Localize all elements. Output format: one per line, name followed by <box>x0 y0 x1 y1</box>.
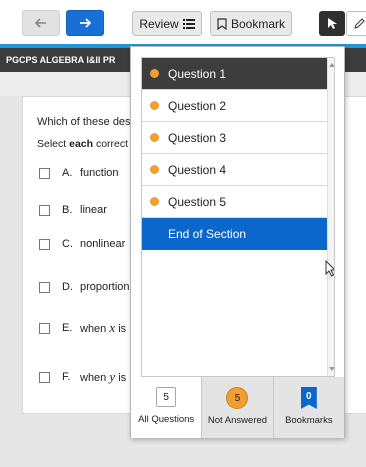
arrow-right-icon <box>80 18 91 28</box>
review-question-list: Question 1 Question 2 Question 3 Questio… <box>141 57 335 377</box>
checkbox[interactable] <box>39 204 50 216</box>
not-answered-count: 5 <box>226 387 249 409</box>
not-answered-dot-icon <box>150 69 159 78</box>
review-item-label: Question 3 <box>168 130 227 145</box>
checkbox[interactable] <box>39 322 50 334</box>
filter-all-questions[interactable]: 5 All Questions <box>131 377 202 438</box>
option-letter: C. <box>62 238 73 250</box>
bookmark-button[interactable]: Bookmark <box>210 11 292 36</box>
not-answered-dot-icon <box>150 133 159 142</box>
option-letter: B. <box>62 204 73 216</box>
option-d[interactable]: D. proportion <box>39 281 130 293</box>
back-button[interactable] <box>22 10 60 36</box>
review-item-question-1[interactable]: Question 1 <box>142 58 327 90</box>
bookmark-icon <box>217 17 227 30</box>
mouse-cursor-icon <box>325 260 334 277</box>
review-item-question-3[interactable]: Question 3 <box>142 122 327 154</box>
option-b[interactable]: B. linear <box>39 204 107 216</box>
pencil-icon <box>354 17 365 29</box>
checkbox[interactable] <box>39 167 50 179</box>
review-item-label: End of Section <box>168 227 247 241</box>
option-a[interactable]: A. function <box>39 167 119 179</box>
filter-not-answered[interactable]: 5 Not Answered <box>201 377 273 438</box>
review-item-label: Question 1 <box>168 66 227 81</box>
option-text: function <box>80 167 119 179</box>
review-item-label: Question 2 <box>168 98 227 113</box>
option-e[interactable]: E. when x is <box>39 320 126 336</box>
option-f[interactable]: F. when y is <box>39 369 126 385</box>
review-panel: Question 1 Question 2 Question 3 Questio… <box>130 46 345 438</box>
question-text: Which of these des <box>37 116 131 128</box>
not-answered-dot-icon <box>150 165 159 174</box>
option-letter: D. <box>62 281 73 293</box>
option-text: when y is <box>80 369 126 385</box>
pencil-tool-button[interactable] <box>346 11 366 36</box>
option-c[interactable]: C. nonlinear <box>39 238 125 250</box>
review-item-end-of-section[interactable]: End of Section <box>142 218 327 250</box>
toolbar: Review Bookmark <box>0 0 366 48</box>
instruction-suffix: correct <box>93 138 129 150</box>
checkbox[interactable] <box>39 238 50 250</box>
review-item-question-5[interactable]: Question 5 <box>142 186 327 218</box>
option-text-prefix: when <box>80 372 110 384</box>
option-letter: F. <box>62 371 71 383</box>
filter-label: Bookmarks <box>285 415 333 426</box>
option-letter: E. <box>62 322 73 334</box>
review-button[interactable]: Review <box>132 11 202 36</box>
arrow-left-icon <box>35 18 46 28</box>
not-answered-dot-icon <box>150 197 159 206</box>
review-item-question-2[interactable]: Question 2 <box>142 90 327 122</box>
bookmark-label: Bookmark <box>230 16 286 31</box>
pointer-icon <box>328 18 337 29</box>
option-text-prefix: when <box>80 323 110 335</box>
bookmarks-count: 0 <box>300 387 317 409</box>
pointer-tool-button[interactable] <box>319 11 345 36</box>
review-filter-tabs: 5 All Questions 5 Not Answered 0 Bookmar… <box>131 377 344 438</box>
filter-bookmarks[interactable]: 0 Bookmarks <box>272 377 344 438</box>
checkbox[interactable] <box>39 281 50 293</box>
filter-label: Not Answered <box>207 415 268 426</box>
review-item-label: Question 4 <box>168 162 227 177</box>
instruction-prefix: Select <box>37 138 70 150</box>
review-item-label: Question 5 <box>168 194 227 209</box>
scroll-down-icon[interactable] <box>328 364 334 374</box>
review-label: Review <box>139 16 179 31</box>
list-icon <box>182 18 195 29</box>
option-text-suffix: is <box>115 372 127 384</box>
option-letter: A. <box>62 167 73 179</box>
checkbox[interactable] <box>39 371 50 383</box>
option-text-suffix: is <box>115 323 127 335</box>
all-questions-count: 5 <box>156 387 177 407</box>
review-item-question-4[interactable]: Question 4 <box>142 154 327 186</box>
scroll-up-icon[interactable] <box>328 60 334 70</box>
filter-label: All Questions <box>138 414 195 425</box>
review-list-scrollbar[interactable] <box>327 58 334 376</box>
question-instruction: Select each correct <box>37 138 128 150</box>
not-answered-dot-icon <box>150 101 159 110</box>
next-button[interactable] <box>66 10 104 36</box>
option-text: linear <box>80 204 107 216</box>
option-text: when x is <box>80 320 126 336</box>
option-text: nonlinear <box>80 238 126 250</box>
option-text: proportion <box>80 281 130 293</box>
instruction-bold: each <box>69 138 94 150</box>
